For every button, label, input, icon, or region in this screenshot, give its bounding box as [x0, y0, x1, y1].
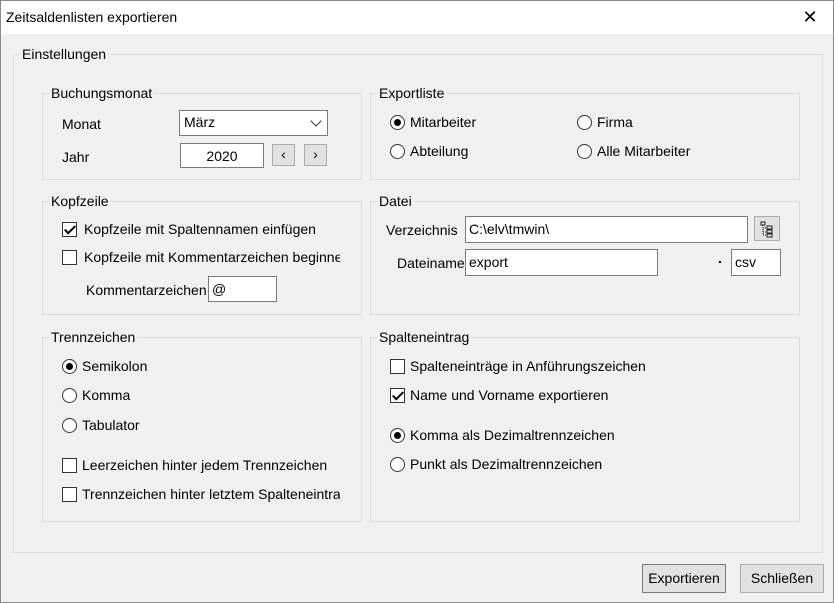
exportliste-group: Exportliste: [370, 85, 800, 180]
abteilung-label[interactable]: Abteilung: [410, 143, 468, 159]
spaltennamen-label[interactable]: Kopfzeile mit Spaltennamen einfügen: [84, 221, 340, 237]
radio-mitarbeiter[interactable]: [390, 115, 405, 130]
radio-alle-mitarbeiter[interactable]: [577, 144, 592, 159]
kommentarzeichen-beginnen-label[interactable]: Kopfzeile mit Kommentarzeichen beginnen: [84, 249, 340, 265]
schliessen-button[interactable]: Schließen: [740, 564, 824, 593]
exportliste-legend: Exportliste: [377, 85, 447, 101]
radio-komma-dezimal[interactable]: [390, 428, 405, 443]
spalteneintrag-legend: Spalteneintrag: [377, 329, 472, 345]
komma-dezimal-label[interactable]: Komma als Dezimaltrennzeichen: [410, 427, 618, 443]
radio-komma[interactable]: [62, 388, 77, 403]
komma-label[interactable]: Komma: [82, 387, 130, 403]
radio-abteilung[interactable]: [390, 144, 405, 159]
radio-firma[interactable]: [577, 115, 592, 130]
jahr-input[interactable]: 2020: [180, 143, 264, 168]
datei-legend: Datei: [377, 193, 414, 209]
firma-label[interactable]: Firma: [597, 114, 633, 130]
kommentarzeichen-input[interactable]: @: [208, 276, 277, 302]
tabulator-label[interactable]: Tabulator: [82, 417, 140, 433]
close-icon[interactable]: ✕: [787, 1, 833, 33]
monat-value: März: [184, 114, 216, 130]
radio-semikolon[interactable]: [62, 359, 77, 374]
checkbox-spaltennamen[interactable]: [62, 222, 77, 237]
year-prev-button[interactable]: ‹: [272, 144, 295, 166]
monat-select[interactable]: März: [179, 110, 328, 136]
radio-tabulator[interactable]: [62, 418, 77, 433]
title-bar: Zeitsaldenlisten exportieren ✕: [1, 1, 833, 34]
punkt-dezimal-label[interactable]: Punkt als Dezimaltrennzeichen: [410, 456, 670, 472]
folder-tree-icon[interactable]: [754, 216, 780, 241]
checkbox-letztem-spalteneintrag[interactable]: [62, 487, 77, 502]
radio-punkt-dezimal[interactable]: [390, 457, 405, 472]
window-title: Zeitsaldenlisten exportieren: [6, 9, 178, 25]
kommentarzeichen-label: Kommentarzeichen: [86, 282, 207, 298]
checkbox-leerzeichen[interactable]: [62, 458, 77, 473]
extension-input[interactable]: csv: [731, 249, 781, 276]
monat-label: Monat: [62, 116, 101, 132]
checkbox-anfuehrungszeichen[interactable]: [390, 359, 405, 374]
kopfzeile-legend: Kopfzeile: [49, 193, 111, 209]
dateiname-label: Dateiname: [397, 255, 465, 271]
checkbox-kommentarzeichen-beginnen[interactable]: [62, 250, 77, 265]
chevron-down-icon: [310, 115, 322, 127]
anfuehrungszeichen-label[interactable]: Spalteneinträge in Anführungszeichen: [410, 358, 670, 374]
mitarbeiter-label[interactable]: Mitarbeiter: [410, 114, 476, 130]
alle-mitarbeiter-label[interactable]: Alle Mitarbeiter: [597, 143, 690, 159]
export-dialog: Zeitsaldenlisten exportieren ✕ Einstellu…: [0, 0, 834, 603]
name-vorname-label[interactable]: Name und Vorname exportieren: [410, 387, 670, 403]
jahr-label: Jahr: [62, 149, 90, 165]
dateiname-input[interactable]: export: [465, 249, 658, 276]
leerzeichen-label[interactable]: Leerzeichen hinter jedem Trennzeichen: [82, 457, 340, 473]
verzeichnis-label: Verzeichnis: [386, 222, 458, 238]
year-next-button[interactable]: ›: [304, 144, 327, 166]
exportieren-button[interactable]: Exportieren: [642, 564, 726, 593]
settings-legend: Einstellungen: [20, 46, 109, 62]
letztem-spalteneintrag-label[interactable]: Trennzeichen hinter letztem Spalteneintr…: [82, 486, 340, 502]
verzeichnis-input[interactable]: C:\elv\tmwin\: [465, 216, 748, 243]
checkbox-name-vorname[interactable]: [390, 388, 405, 403]
semikolon-label[interactable]: Semikolon: [82, 358, 147, 374]
extension-separator: .: [718, 250, 722, 266]
trennzeichen-legend: Trennzeichen: [49, 329, 138, 345]
buchungsmonat-legend: Buchungsmonat: [49, 85, 155, 101]
